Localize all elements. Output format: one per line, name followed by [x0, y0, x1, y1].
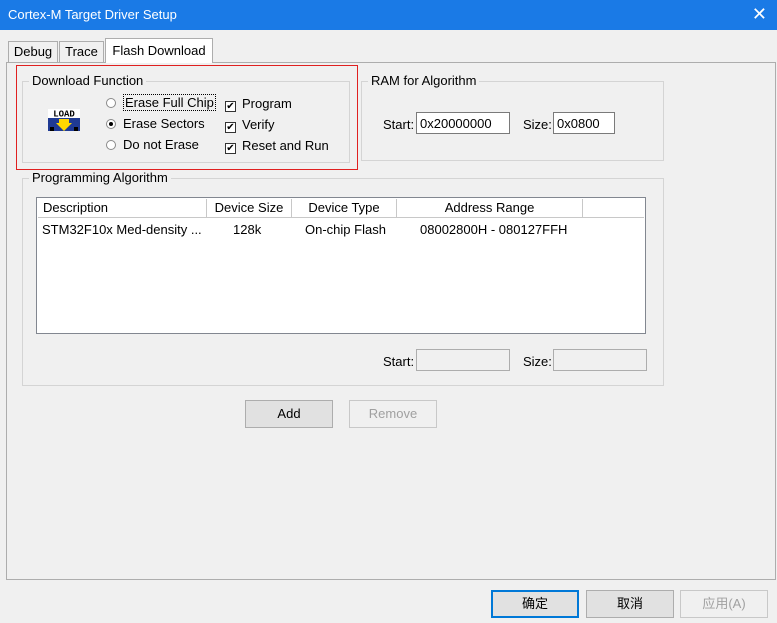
- load-icon: LOAD: [48, 109, 80, 131]
- tab-flash-download[interactable]: Flash Download: [105, 38, 213, 63]
- cell-device-type: On-chip Flash: [305, 222, 386, 237]
- radio-erase-sectors[interactable]: Erase Sectors: [106, 115, 205, 133]
- window-title: Cortex-M Target Driver Setup: [8, 7, 177, 22]
- algorithm-list[interactable]: Description Device Size Device Type Addr…: [36, 197, 646, 334]
- algo-start-input[interactable]: [416, 349, 510, 371]
- cancel-button[interactable]: 取消: [586, 590, 674, 618]
- apply-button[interactable]: 应用(A): [680, 590, 768, 618]
- checkbox-program[interactable]: ✔ Program: [225, 95, 292, 113]
- remove-button[interactable]: Remove: [349, 400, 437, 428]
- algo-size-input[interactable]: [553, 349, 647, 371]
- checkbox-label: Verify: [242, 117, 275, 132]
- checkbox-verify[interactable]: ✔ Verify: [225, 116, 275, 134]
- radio-button[interactable]: [106, 98, 116, 108]
- checkbox[interactable]: ✔: [225, 143, 236, 154]
- download-function-legend: Download Function: [29, 73, 147, 88]
- ram-legend: RAM for Algorithm: [368, 73, 480, 88]
- cell-address-range: 08002800H - 080127FFH: [420, 222, 568, 237]
- radio-label: Erase Sectors: [123, 116, 205, 131]
- algo-start-label: Start:: [383, 354, 415, 369]
- load-icon-text: LOAD: [53, 110, 75, 120]
- checkbox[interactable]: ✔: [225, 122, 236, 133]
- ok-button[interactable]: 确定: [491, 590, 579, 618]
- add-button[interactable]: Add: [245, 400, 333, 428]
- algo-size-label: Size:: [523, 354, 552, 369]
- ram-size-label: Size:: [523, 117, 552, 132]
- radio-erase-full-chip[interactable]: Erase Full Chip: [106, 94, 216, 112]
- tab-debug[interactable]: Debug: [8, 41, 58, 62]
- cell-description: STM32F10x Med-density ...: [42, 222, 202, 237]
- title-bar: Cortex-M Target Driver Setup ✕: [0, 0, 777, 30]
- column-header-device-type[interactable]: Device Type: [292, 199, 397, 218]
- radio-label: Erase Full Chip: [123, 94, 216, 111]
- radio-do-not-erase[interactable]: Do not Erase: [106, 136, 199, 154]
- checkbox-label: Reset and Run: [242, 138, 329, 153]
- tab-trace[interactable]: Trace: [59, 41, 104, 62]
- cell-device-size: 128k: [233, 222, 262, 237]
- radio-button[interactable]: [106, 119, 116, 129]
- column-header-description[interactable]: Description: [38, 199, 207, 218]
- column-header-address-range[interactable]: Address Range: [397, 199, 583, 218]
- column-header-empty: [583, 199, 644, 218]
- checkbox[interactable]: ✔: [225, 101, 236, 112]
- radio-button[interactable]: [106, 140, 116, 150]
- programming-algorithm-legend: Programming Algorithm: [29, 170, 171, 185]
- checkbox-label: Program: [242, 96, 292, 111]
- radio-label: Do not Erase: [123, 137, 199, 152]
- checkbox-reset-and-run[interactable]: ✔ Reset and Run: [225, 137, 329, 155]
- column-header-device-size[interactable]: Device Size: [207, 199, 292, 218]
- close-icon[interactable]: ✕: [752, 4, 767, 24]
- ram-start-label: Start:: [383, 117, 415, 132]
- ram-start-input[interactable]: [416, 112, 510, 134]
- ram-size-input[interactable]: [553, 112, 615, 134]
